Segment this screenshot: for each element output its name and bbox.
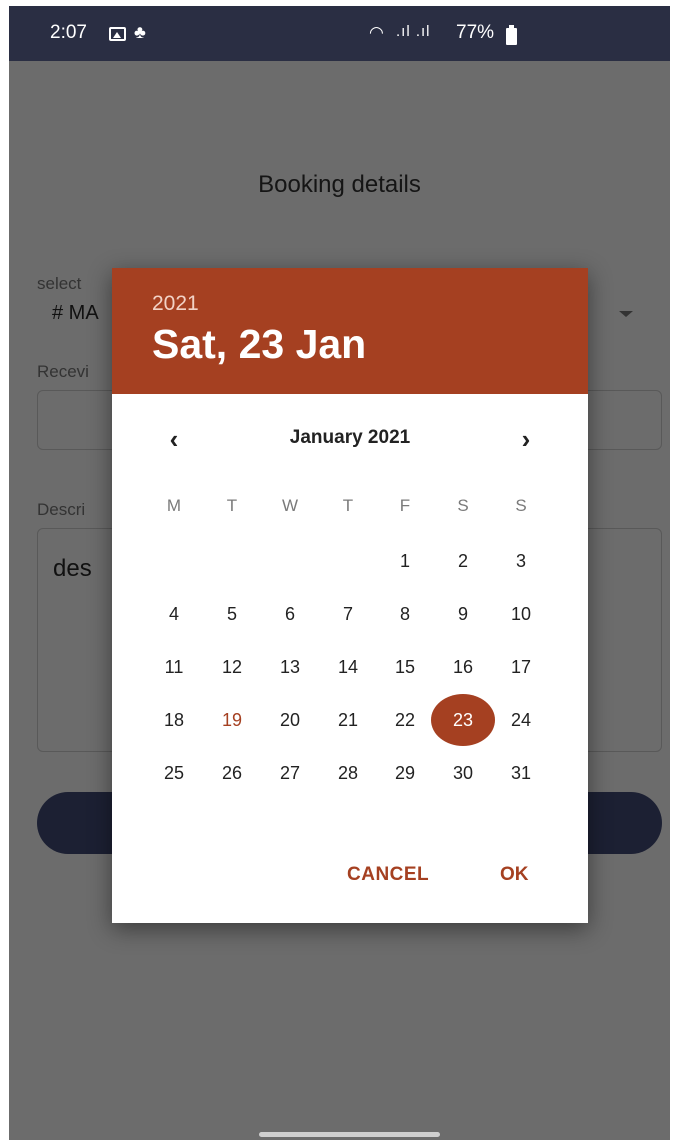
app-notification-icon: ♣ — [134, 22, 146, 42]
weekday-label: F — [399, 496, 411, 515]
weekday-label: T — [226, 496, 238, 515]
calendar-day[interactable]: 3 — [498, 538, 544, 584]
dialog-actions: CANCEL OK — [112, 864, 588, 900]
signal-icon: .ıl .ıl — [396, 23, 431, 40]
calendar-day[interactable]: 6 — [267, 591, 313, 637]
calendar-day[interactable]: 13 — [267, 644, 313, 690]
calendar-day[interactable]: 16 — [440, 644, 486, 690]
date-picker-dialog: 2021 Sat, 23 Jan ‹ January 2021 › M T W … — [112, 268, 588, 923]
calendar-day[interactable]: 7 — [325, 591, 371, 637]
calendar-day[interactable]: 26 — [209, 750, 255, 796]
calendar-day[interactable]: 11 — [151, 644, 197, 690]
calendar-day[interactable]: 15 — [382, 644, 428, 690]
select-label: select — [37, 274, 82, 293]
calendar-day-selected[interactable]: 23 — [431, 694, 495, 746]
battery-percent: 77% — [456, 22, 495, 43]
calendar-day[interactable]: 14 — [325, 644, 371, 690]
header-date: Sat, 23 Jan — [152, 321, 367, 367]
description-value: des — [53, 555, 92, 582]
header-year[interactable]: 2021 — [152, 292, 199, 316]
calendar-day[interactable]: 25 — [151, 750, 197, 796]
status-time: 2:07 — [50, 22, 87, 43]
weekday-label: T — [342, 496, 354, 515]
status-bar: 2:07 ♣ ◠ .ıl .ıl 77% — [9, 6, 670, 61]
gallery-icon — [109, 27, 126, 41]
calendar-day[interactable]: 17 — [498, 644, 544, 690]
battery-icon — [506, 25, 517, 45]
weekday-label: S — [515, 496, 527, 515]
cancel-button[interactable]: CANCEL — [347, 864, 429, 886]
calendar-day[interactable]: 30 — [440, 750, 486, 796]
calendar-day[interactable]: 18 — [151, 697, 197, 743]
calendar-day[interactable]: 5 — [209, 591, 255, 637]
select-dropdown[interactable]: # MA — [52, 302, 99, 325]
phone-screen: 2:07 ♣ ◠ .ıl .ıl 77% Booking details sel… — [9, 6, 670, 1140]
calendar-day[interactable]: 12 — [209, 644, 255, 690]
calendar-day-today[interactable]: 19 — [209, 697, 255, 743]
calendar-day[interactable]: 8 — [382, 591, 428, 637]
date-picker-header: 2021 Sat, 23 Jan — [112, 268, 588, 394]
calendar-day[interactable]: 1 — [382, 538, 428, 584]
calendar-day[interactable]: 21 — [325, 697, 371, 743]
calendar-day[interactable]: 20 — [267, 697, 313, 743]
calendar-day[interactable]: 10 — [498, 591, 544, 637]
description-label: Descri — [37, 500, 86, 519]
calendar-day[interactable]: 27 — [267, 750, 313, 796]
weekday-label: W — [281, 496, 299, 515]
calendar-day[interactable]: 22 — [382, 697, 428, 743]
month-navigation: ‹ January 2021 › — [112, 423, 588, 455]
dropdown-arrow-icon[interactable] — [619, 311, 633, 317]
calendar-day[interactable]: 24 — [498, 697, 544, 743]
receiver-label: Recevi — [37, 362, 89, 381]
calendar-day[interactable]: 9 — [440, 591, 486, 637]
calendar-day[interactable]: 29 — [382, 750, 428, 796]
calendar-day[interactable]: 28 — [325, 750, 371, 796]
ok-button[interactable]: OK — [500, 864, 529, 886]
calendar-day[interactable]: 31 — [498, 750, 544, 796]
page-title: Booking details — [258, 171, 421, 198]
home-indicator[interactable] — [259, 1132, 440, 1137]
next-month-button[interactable]: › — [510, 423, 542, 455]
weekday-label: S — [457, 496, 469, 515]
weekday-label: M — [166, 496, 182, 515]
calendar-day[interactable]: 4 — [151, 591, 197, 637]
calendar-day[interactable]: 2 — [440, 538, 486, 584]
wifi-icon: ◠ — [369, 23, 384, 42]
